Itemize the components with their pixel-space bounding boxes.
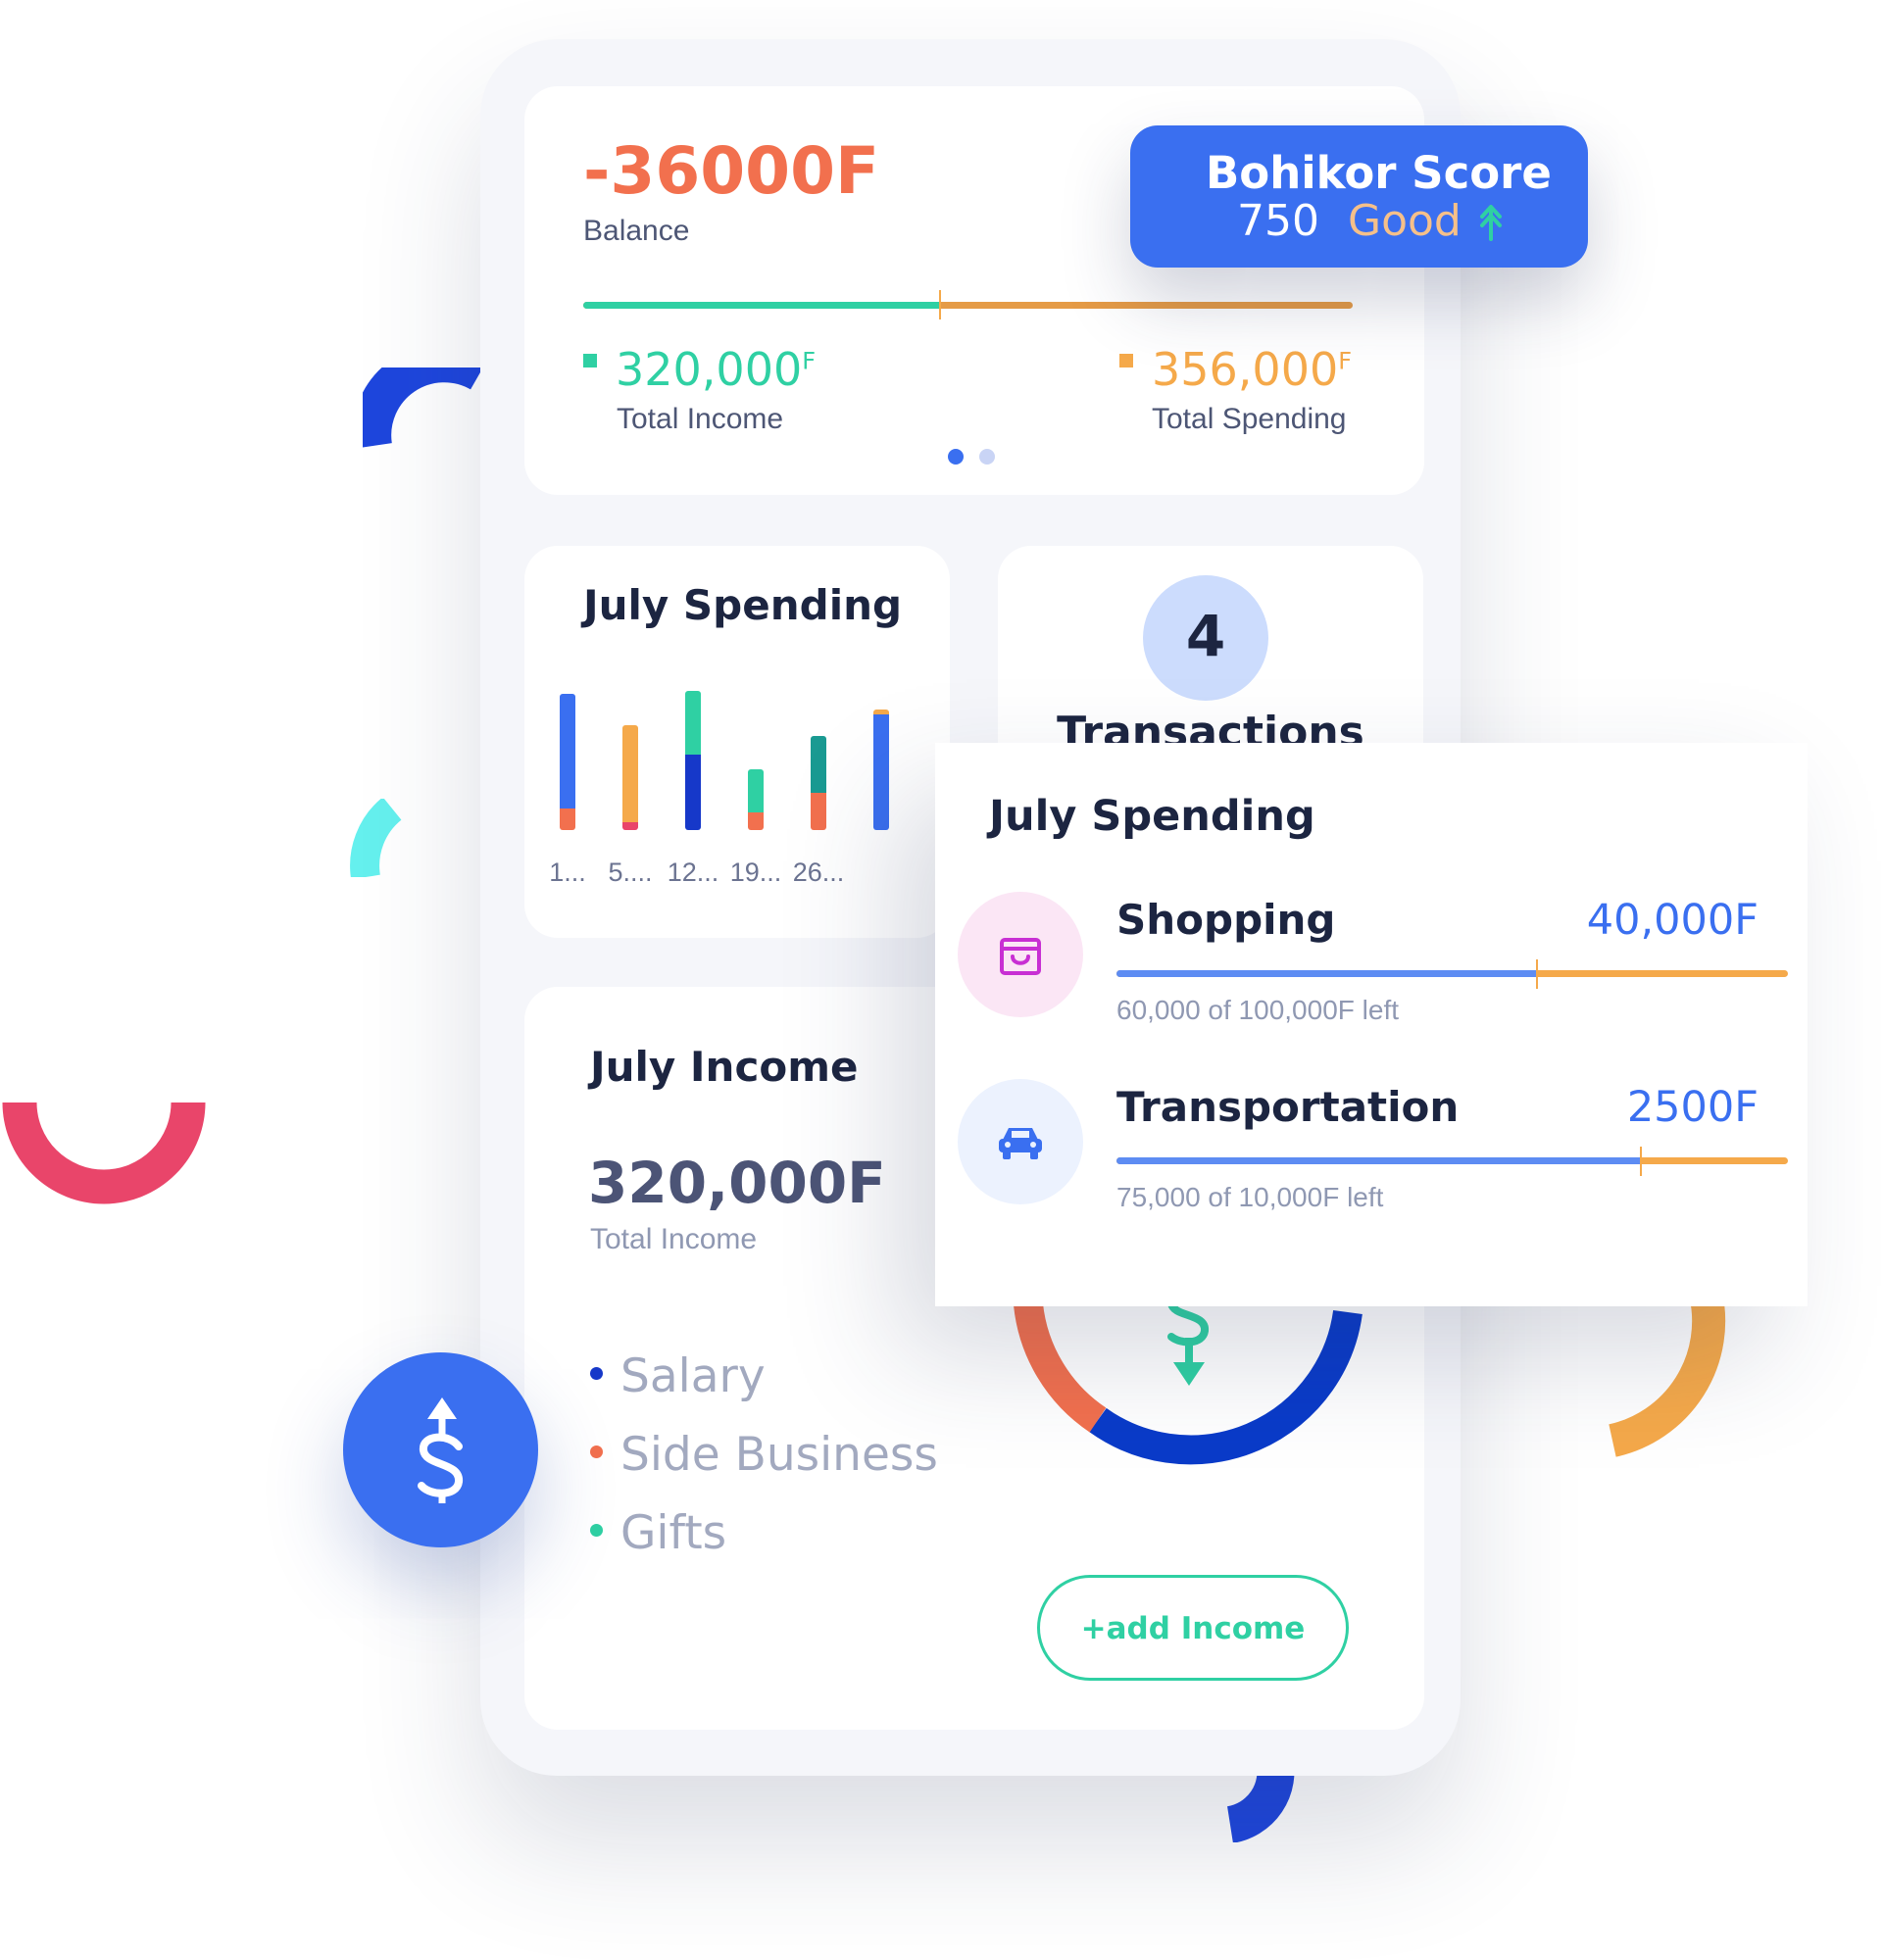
chart-bar [560,693,575,830]
chart-x-tick-label: 19... [729,858,782,887]
transportation-left-text: 75,000 of 10,000F left [1116,1182,1384,1212]
spending-breakdown-popover: July Spending Shopping 40,000F 60,000 of… [935,743,1808,1306]
transactions-count-badge: 4 [1143,575,1268,701]
shopping-progress-marker [1536,959,1539,989]
decorative-orange-arc [1608,1290,1726,1457]
chart-bar-segment [685,690,701,756]
transportation-amount: 2500F [1626,1083,1759,1132]
total-income-currency: F [802,347,817,375]
pager-dot-active[interactable] [948,449,964,465]
spending-bar-chart: 1... 5.... 12... 19... 26... [524,546,950,938]
score-title: Bohikor Score [1206,147,1552,199]
spending-square-icon [1119,354,1133,368]
chart-x-tick-label: 1... [549,858,586,887]
transactions-count: 4 [1185,603,1226,669]
transportation-progress-marker [1640,1147,1643,1176]
balance-label: Balance [583,215,690,247]
shopping-progress-bar [1116,970,1788,977]
chart-bar-segment [622,821,638,830]
dollar-up-icon [418,1397,463,1503]
chart-x-tick-label: 26... [792,858,845,887]
income-title: July Income [590,1043,859,1091]
chart-bar-segment [873,709,889,714]
income-amount-label: Total Income [590,1223,758,1255]
balance-ratio-bar [583,302,1353,309]
shopping-row[interactable]: Shopping 40,000F 60,000 of 100,000F left [958,892,1801,1049]
legend-dot-side-business [590,1446,603,1458]
chart-x-tick-label: 5.... [608,858,653,887]
donut-segment-side-business [1014,1302,1107,1433]
score-value: 750 [1237,196,1319,246]
chart-bar-segment [748,768,764,813]
score-rating: Good [1348,196,1462,246]
decorative-red-arc [2,1102,206,1204]
decorative-cyan-arc [350,799,402,877]
shopping-icon-badge [958,892,1083,1017]
chart-bar [748,768,764,830]
popover-title: July Spending [989,792,1315,841]
chart-bar-segment [622,724,638,822]
total-spending-number: 356,000 [1152,343,1339,396]
pager-dot-inactive[interactable] [979,449,995,465]
chart-bar [811,736,826,830]
up-arrow-icon [1480,205,1502,241]
total-spending-currency: F [1338,347,1353,375]
chart-bar-segment [748,812,764,830]
total-income-label: Total Income [617,403,784,435]
shopping-left-text: 60,000 of 100,000F left [1116,995,1399,1025]
shopping-progress-fill [1116,970,1537,977]
income-amount: 320,000F [588,1150,886,1216]
chart-bar [873,709,889,830]
balance-amount: -36000F [583,133,880,209]
legend-label-gifts: Gifts [620,1506,727,1560]
total-spending-label: Total Spending [1152,403,1347,435]
transportation-row[interactable]: Transportation 2500F 75,000 of 10,000F l… [958,1079,1801,1236]
add-income-button[interactable]: +add Income [1037,1575,1349,1681]
ratio-bar-income [583,302,940,309]
transportation-icon-badge [958,1079,1083,1204]
chart-bar-segment [873,713,889,830]
total-spending-value: 356,000F [1152,343,1352,396]
chart-bar-segment [560,808,575,830]
shopping-amount: 40,000F [1586,896,1759,945]
add-income-button-label: +add Income [1080,1611,1306,1646]
shopping-name: Shopping [1116,896,1336,944]
chart-bar [685,690,701,830]
score-card[interactable]: Bohikor Score 750 Good [1130,125,1588,268]
legend-label-salary: Salary [620,1349,766,1403]
chart-x-tick-label: 12... [667,858,719,887]
chart-bar-segment [811,792,826,830]
chart-bar-segment [560,693,575,808]
total-income-value: 320,000F [616,343,816,396]
chart-bar [622,724,638,830]
car-icon [999,1128,1042,1159]
ratio-bar-marker [939,290,942,319]
legend-label-side-business: Side Business [620,1428,938,1482]
total-income-number: 320,000 [616,343,803,396]
legend-dot-gifts [590,1524,603,1537]
chart-bar-segment [811,736,826,793]
chart-bar-segment [685,755,701,830]
transportation-progress-fill [1116,1157,1641,1164]
decorative-blue-arc-top [363,368,483,448]
spending-chart-card: July Spending 1... 5.... 12... 19... 26... [524,546,950,938]
legend-dot-salary [590,1367,603,1380]
add-funds-button[interactable] [343,1352,538,1547]
transportation-name: Transportation [1116,1083,1460,1131]
donut-segment-salary [1089,1309,1363,1465]
transportation-progress-bar [1116,1157,1788,1164]
shopping-bag-icon [1000,938,1041,975]
income-square-icon [583,354,597,368]
